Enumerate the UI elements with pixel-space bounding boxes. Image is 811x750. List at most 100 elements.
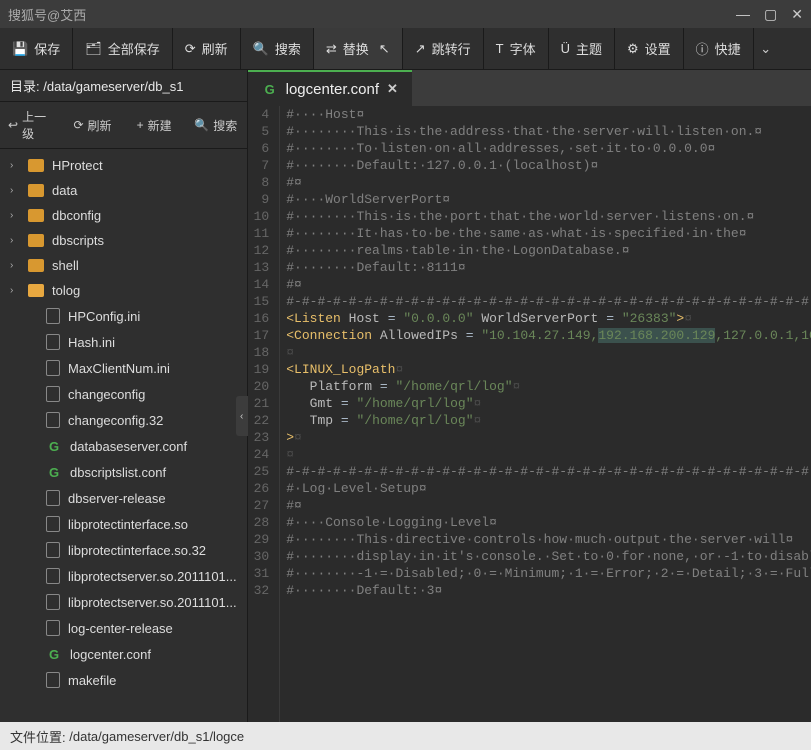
tree-file[interactable]: changeconfig.32 bbox=[0, 407, 247, 433]
tree-file[interactable]: HPConfig.ini bbox=[0, 303, 247, 329]
tree-file[interactable]: changeconfig bbox=[0, 381, 247, 407]
tree-file[interactable]: libprotectserver.so.2011101... bbox=[0, 589, 247, 615]
font-button[interactable]: T字体 bbox=[484, 28, 549, 69]
conf-file-icon: G bbox=[262, 81, 278, 97]
tree-item-label: MaxClientNum.ini bbox=[68, 361, 170, 376]
caret-icon: › bbox=[10, 260, 20, 271]
tree-item-label: logcenter.conf bbox=[70, 647, 151, 662]
folder-icon bbox=[28, 159, 44, 172]
explorer-toolbar: ↩上一级 ⟳刷新 +新建 🔍搜索 bbox=[0, 101, 247, 149]
tree-item-label: libprotectinterface.so.32 bbox=[68, 543, 206, 558]
minimize-icon[interactable]: — bbox=[736, 6, 750, 23]
tree-folder[interactable]: › data bbox=[0, 178, 247, 203]
code-editor[interactable]: 4567891011121314151617181920212223242526… bbox=[248, 106, 811, 722]
tab-close-icon[interactable]: ✕ bbox=[387, 81, 398, 97]
tree-folder[interactable]: › dbconfig bbox=[0, 203, 247, 228]
file-icon bbox=[46, 516, 60, 532]
replace-icon: ⇄ bbox=[326, 41, 337, 57]
folder-icon bbox=[28, 284, 44, 297]
shortcuts-button[interactable]: ⓘ快捷 bbox=[684, 28, 754, 69]
tree-file[interactable]: Gdbscriptslist.conf bbox=[0, 459, 247, 485]
caret-icon: › bbox=[10, 160, 20, 171]
statusbar: 文件位置: /data/gameserver/db_s1/logce bbox=[0, 722, 811, 750]
conf-file-icon: G bbox=[46, 438, 62, 454]
close-icon[interactable]: ✕ bbox=[791, 6, 803, 23]
tree-file[interactable]: makefile bbox=[0, 667, 247, 693]
save-icon: 💾 bbox=[12, 41, 28, 57]
tree-file[interactable]: log-center-release bbox=[0, 615, 247, 641]
tab-bar: G logcenter.conf ✕ bbox=[248, 70, 811, 106]
main-toolbar: 💾保存 🗂全部保存 ⟳刷新 🔍搜索 ⇄替换↖ ↗跳转行 T字体 Ü主题 ⚙设置 … bbox=[0, 28, 811, 70]
up-icon: ↩ bbox=[8, 118, 18, 132]
tree-file[interactable]: dbserver-release bbox=[0, 485, 247, 511]
settings-button[interactable]: ⚙设置 bbox=[615, 28, 684, 69]
tree-folder[interactable]: › HProtect bbox=[0, 153, 247, 178]
file-icon bbox=[46, 360, 60, 376]
plus-icon: + bbox=[137, 118, 144, 132]
refresh-button[interactable]: ⟳刷新 bbox=[173, 28, 241, 69]
search-button[interactable]: 🔍搜索 bbox=[241, 28, 314, 69]
file-tree[interactable]: ›HProtect›data›dbconfig›dbscripts›shell›… bbox=[0, 149, 247, 722]
refresh-icon: ⟳ bbox=[73, 118, 83, 132]
tree-item-label: libprotectserver.so.2011101... bbox=[68, 595, 237, 610]
folder-icon bbox=[28, 209, 44, 222]
sidebar-collapse-handle[interactable]: ‹ bbox=[236, 396, 248, 436]
tree-item-label: HProtect bbox=[52, 158, 103, 173]
tree-file[interactable]: libprotectinterface.so.32 bbox=[0, 537, 247, 563]
save-all-button[interactable]: 🗂全部保存 bbox=[73, 28, 173, 69]
maximize-icon[interactable]: ▢ bbox=[764, 6, 777, 23]
gear-icon: ⚙ bbox=[627, 41, 639, 57]
jump-button[interactable]: ↗跳转行 bbox=[403, 28, 484, 69]
tree-file[interactable]: libprotectserver.so.2011101... bbox=[0, 563, 247, 589]
editor-pane: ‹ G logcenter.conf ✕ 4567891011121314151… bbox=[248, 70, 811, 722]
tree-folder[interactable]: ›tolog bbox=[0, 278, 247, 303]
tree-item-label: makefile bbox=[68, 673, 116, 688]
conf-file-icon: G bbox=[46, 646, 62, 662]
file-icon bbox=[46, 594, 60, 610]
tree-item-label: data bbox=[52, 183, 77, 198]
file-icon bbox=[46, 490, 60, 506]
explorer-search-button[interactable]: 🔍搜索 bbox=[185, 102, 247, 148]
folder-icon bbox=[28, 259, 44, 272]
tree-item-label: changeconfig bbox=[68, 387, 145, 402]
tree-item-label: libprotectinterface.so bbox=[68, 517, 188, 532]
file-icon bbox=[46, 334, 60, 350]
directory-path: /data/gameserver/db_s1 bbox=[43, 79, 183, 94]
explorer-refresh-button[interactable]: ⟳刷新 bbox=[62, 102, 124, 148]
theme-button[interactable]: Ü主题 bbox=[549, 28, 615, 69]
new-button[interactable]: +新建 bbox=[123, 102, 185, 148]
tree-folder[interactable]: ›dbscripts bbox=[0, 228, 247, 253]
up-level-button[interactable]: ↩上一级 bbox=[0, 102, 62, 148]
caret-icon: › bbox=[10, 185, 20, 196]
tree-folder[interactable]: ›shell bbox=[0, 253, 247, 278]
save-all-icon: 🗂 bbox=[85, 41, 102, 57]
code-content[interactable]: #····Host¤#········This·is·the·address·t… bbox=[280, 106, 811, 722]
caret-icon: › bbox=[10, 210, 20, 221]
titlebar: 搜狐号@艾西 — ▢ ✕ bbox=[0, 0, 811, 28]
replace-button[interactable]: ⇄替换↖ bbox=[314, 28, 403, 69]
status-path: /data/gameserver/db_s1/logce bbox=[69, 729, 244, 744]
file-icon bbox=[46, 568, 60, 584]
watermark-text: 搜狐号@艾西 bbox=[8, 5, 86, 24]
caret-icon: › bbox=[10, 285, 20, 296]
tree-item-label: changeconfig.32 bbox=[68, 413, 163, 428]
tree-file[interactable]: libprotectinterface.so bbox=[0, 511, 247, 537]
tree-item-label: dbserver-release bbox=[68, 491, 166, 506]
save-button[interactable]: 💾保存 bbox=[0, 28, 73, 69]
search-icon: 🔍 bbox=[253, 41, 269, 57]
tab-logcenter[interactable]: G logcenter.conf ✕ bbox=[248, 70, 412, 106]
toolbar-overflow-button[interactable]: ⌄ bbox=[754, 28, 778, 69]
tree-item-label: dbscriptslist.conf bbox=[70, 465, 166, 480]
tree-item-label: log-center-release bbox=[68, 621, 173, 636]
tree-item-label: dbconfig bbox=[52, 208, 101, 223]
font-icon: T bbox=[496, 41, 504, 56]
tree-file[interactable]: Hash.ini bbox=[0, 329, 247, 355]
tree-file[interactable]: Gdatabaseserver.conf bbox=[0, 433, 247, 459]
folder-icon bbox=[28, 184, 44, 197]
jump-icon: ↗ bbox=[415, 41, 426, 57]
theme-icon: Ü bbox=[561, 41, 570, 56]
tree-file[interactable]: MaxClientNum.ini bbox=[0, 355, 247, 381]
file-icon bbox=[46, 386, 60, 402]
tree-file[interactable]: Glogcenter.conf bbox=[0, 641, 247, 667]
shortcut-icon: ⓘ bbox=[696, 39, 709, 58]
